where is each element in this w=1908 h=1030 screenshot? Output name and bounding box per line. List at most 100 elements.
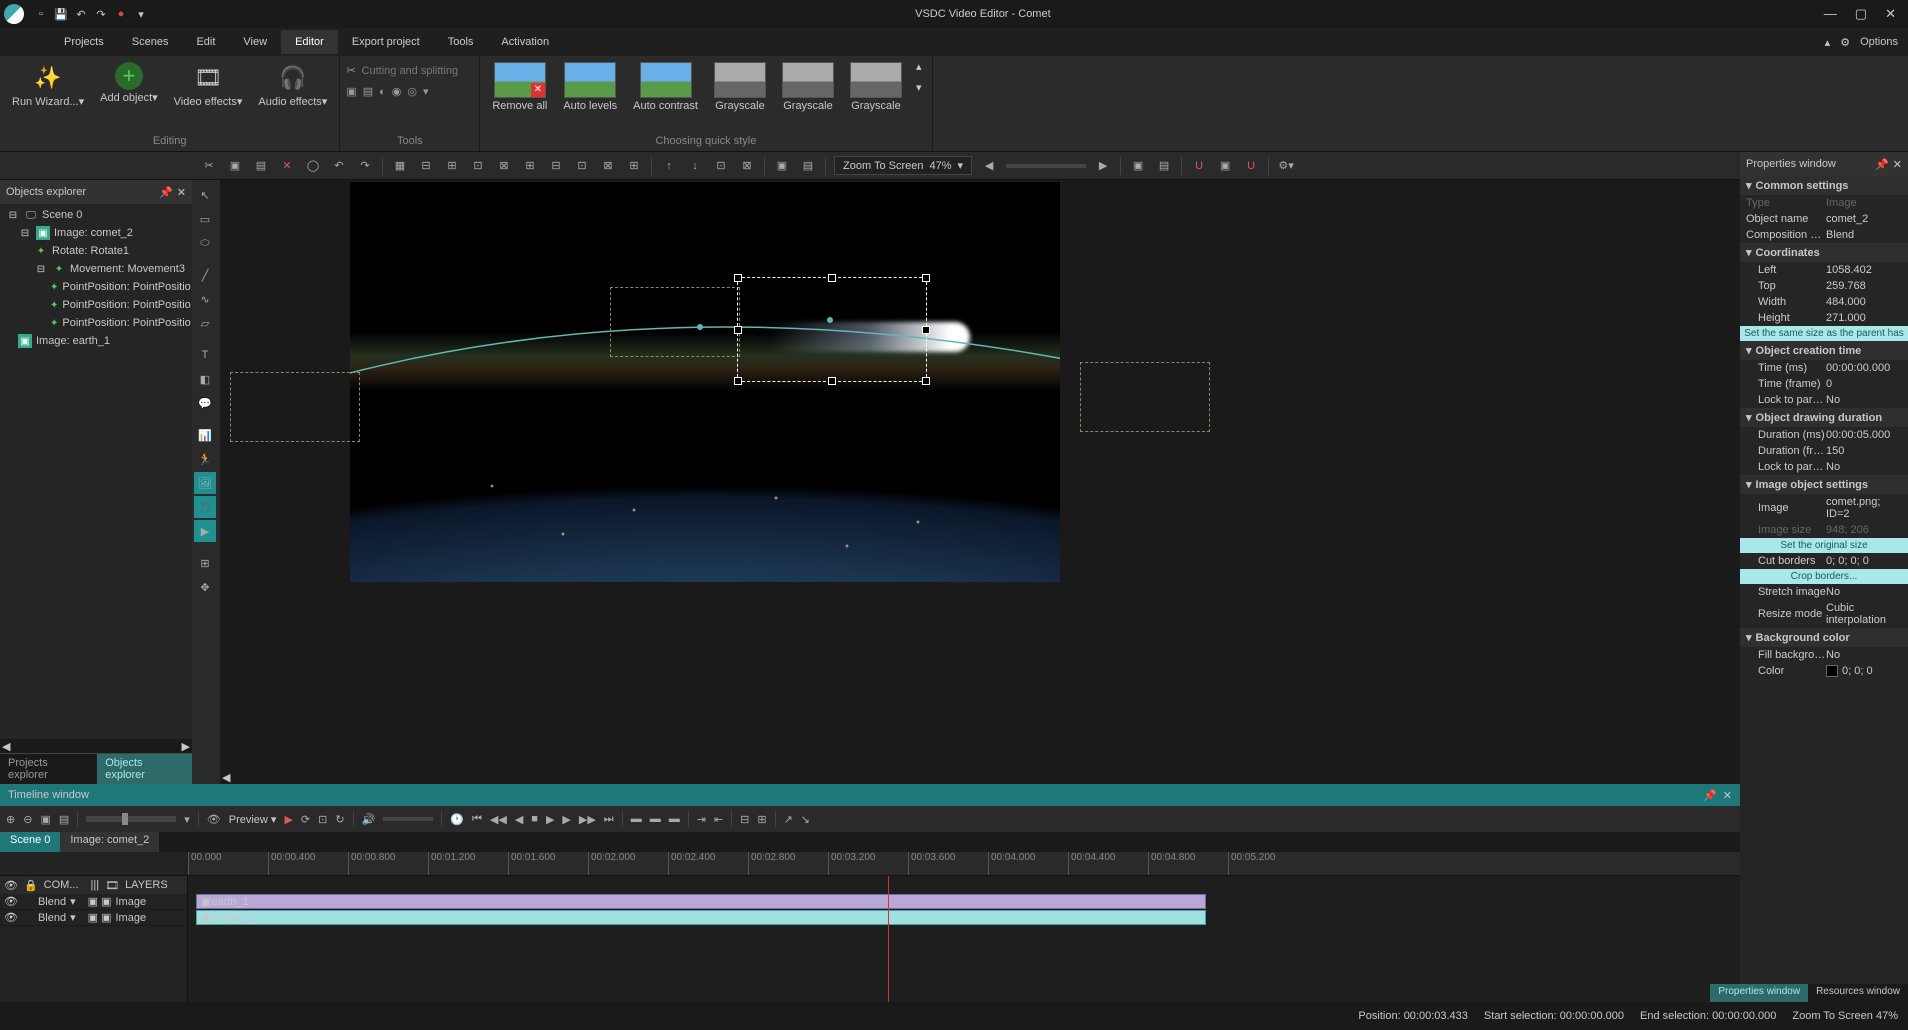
u-icon[interactable]: U [1190, 157, 1208, 175]
zoom-slider-left[interactable]: ◀ [980, 157, 998, 175]
align-icon[interactable]: ⊠ [738, 157, 756, 175]
tab-scene[interactable]: Scene 0 [0, 832, 60, 852]
volume-slider[interactable] [383, 817, 433, 821]
arrow-up-icon[interactable]: ↑ [660, 157, 678, 175]
tool-btn[interactable]: ◉ [392, 85, 402, 98]
speech-icon[interactable]: 💬 [194, 392, 216, 414]
tool-btn[interactable]: ▤ [363, 85, 373, 98]
prop-time-ms[interactable]: 00:00:00.000 [1826, 362, 1902, 374]
style-scroll-up[interactable]: ▴ [916, 60, 922, 73]
align-icon[interactable]: ⊞ [625, 157, 643, 175]
canvas-area[interactable]: ◀ ▶ [220, 180, 1908, 784]
qat-new-icon[interactable]: ▫ [32, 5, 50, 23]
tree-rotate[interactable]: ✦Rotate: Rotate1 [2, 242, 190, 260]
close-button[interactable]: ✕ [1885, 6, 1896, 22]
tab-properties[interactable]: Properties window [1710, 984, 1808, 1002]
view-icon[interactable]: ▤ [1155, 157, 1173, 175]
marker-icon[interactable]: ▬ [650, 813, 661, 825]
prop-dur-frame[interactable]: 150 [1826, 445, 1902, 457]
clock-icon[interactable]: 🕐 [450, 813, 464, 826]
chevron-down-icon[interactable]: ▾ [184, 813, 190, 826]
prop-left[interactable]: 1058.402 [1826, 264, 1902, 276]
zoom-slider[interactable] [1006, 164, 1086, 168]
tool-btn[interactable]: ◎ [407, 85, 417, 98]
grayscale-button-2[interactable]: Grayscale [776, 60, 840, 114]
layer-icon[interactable]: ▤ [799, 157, 817, 175]
same-size-button[interactable]: Set the same size as the parent has [1740, 326, 1908, 341]
next-icon[interactable]: ▶▶ [579, 813, 596, 826]
tool-btn[interactable]: ◐ [379, 86, 386, 98]
align-icon[interactable]: ⊠ [495, 157, 513, 175]
audio-tool-icon[interactable]: 🎵 [194, 496, 216, 518]
layer-icon[interactable]: ▣ [40, 813, 50, 826]
section-imgset[interactable]: ▾Image object settings [1740, 475, 1908, 494]
pin-icon[interactable]: 📌 [1875, 158, 1889, 171]
preview-canvas[interactable] [350, 182, 1060, 582]
play-icon[interactable]: ▶ [284, 813, 292, 826]
tool-icon[interactable]: ↘ [801, 813, 810, 826]
audio-effects-button[interactable]: 🎧Audio effects▾ [252, 60, 333, 110]
text-icon[interactable]: T [194, 344, 216, 366]
refresh-icon[interactable]: ↻ [335, 813, 344, 826]
tool-btn[interactable]: ▣ [346, 85, 356, 98]
menu-scenes[interactable]: Scenes [118, 30, 183, 54]
eye-icon[interactable]: 👁 [4, 895, 18, 908]
close-icon[interactable]: ✕ [1723, 789, 1732, 802]
tree-pointpos[interactable]: ✦PointPosition: PointPositio [2, 314, 190, 332]
prop-name[interactable]: comet_2 [1826, 213, 1902, 225]
menu-editor[interactable]: Editor [281, 30, 338, 54]
skip-start-icon[interactable]: ⏮ [472, 813, 482, 826]
tab-projects-explorer[interactable]: Projects explorer [0, 754, 97, 784]
prop-color[interactable]: 0; 0; 0 [1826, 665, 1902, 677]
tab-objects-explorer[interactable]: Objects explorer [97, 754, 192, 784]
eye-icon[interactable]: 👁 [4, 879, 18, 892]
options-label[interactable]: Options [1860, 36, 1898, 48]
qat-undo-icon[interactable]: ↶ [72, 5, 90, 23]
remove-all-button[interactable]: ✕Remove all [486, 60, 553, 114]
zoom-slider[interactable] [86, 816, 176, 822]
grayscale-button-1[interactable]: Grayscale [708, 60, 772, 114]
zoom-control[interactable]: Zoom To Screen 47% ▾ [834, 156, 972, 175]
tree-scene[interactable]: ⊟🖵Scene 0 [2, 206, 190, 224]
sprite-icon[interactable]: 🏃 [194, 448, 216, 470]
qat-redo-icon[interactable]: ↷ [92, 5, 110, 23]
scroll-left-icon[interactable]: ◀ [2, 740, 10, 753]
copy-icon[interactable]: ▣ [226, 157, 244, 175]
minimize-button[interactable]: — [1824, 6, 1837, 22]
redo-icon[interactable]: ↷ [356, 157, 374, 175]
undo-icon[interactable]: ↶ [330, 157, 348, 175]
playhead[interactable] [888, 876, 889, 1002]
timeline-tracks[interactable]: ▣ earth_1 ▣ comet_2 [188, 876, 1740, 1002]
prop-cut-borders[interactable]: 0; 0; 0; 0 [1826, 555, 1902, 567]
prev-icon[interactable]: ◀◀ [490, 813, 507, 826]
pin-icon[interactable]: 📌 [1703, 789, 1717, 802]
loop-icon[interactable]: ⟳ [301, 813, 310, 826]
chevron-down-icon[interactable]: ▾ [70, 895, 76, 908]
prop-time-frame[interactable]: 0 [1826, 378, 1902, 390]
rect-icon[interactable]: ▭ [194, 208, 216, 230]
stop-icon[interactable]: ■ [531, 813, 538, 825]
lock-icon[interactable]: 🔒 [24, 879, 38, 892]
delete-icon[interactable]: ✕ [278, 157, 296, 175]
close-icon[interactable]: ✕ [177, 186, 186, 199]
menu-edit[interactable]: Edit [182, 30, 229, 54]
layer-icon[interactable]: ▣ [773, 157, 791, 175]
line-icon[interactable]: ╱ [194, 264, 216, 286]
run-wizard-button[interactable]: ✨Run Wizard...▾ [6, 60, 90, 110]
video-effects-button[interactable]: 🎞Video effects▾ [168, 60, 249, 110]
align-icon[interactable]: ⊟ [417, 157, 435, 175]
tree-image-earth[interactable]: ▣Image: earth_1 [2, 332, 190, 350]
section-creation[interactable]: ▾Object creation time [1740, 341, 1908, 360]
prop-fill-bg[interactable]: No [1826, 649, 1902, 661]
gear-icon[interactable]: ⚙ [1840, 36, 1850, 49]
remove-layer-icon[interactable]: ⊖ [23, 813, 32, 826]
prop-lock-parent-2[interactable]: No [1826, 461, 1902, 473]
split-icon[interactable]: ⊟ [740, 813, 749, 826]
tab-image-comet[interactable]: Image: comet_2 [60, 832, 159, 852]
chevron-up-icon[interactable]: ▴ [1825, 36, 1831, 49]
section-drawing[interactable]: ▾Object drawing duration [1740, 408, 1908, 427]
maximize-button[interactable]: ▢ [1855, 6, 1867, 22]
align-icon[interactable]: ⊠ [599, 157, 617, 175]
track-row[interactable]: 👁 Blend▾ ▣ ▣ Image [0, 910, 187, 926]
align-icon[interactable]: ⊞ [521, 157, 539, 175]
